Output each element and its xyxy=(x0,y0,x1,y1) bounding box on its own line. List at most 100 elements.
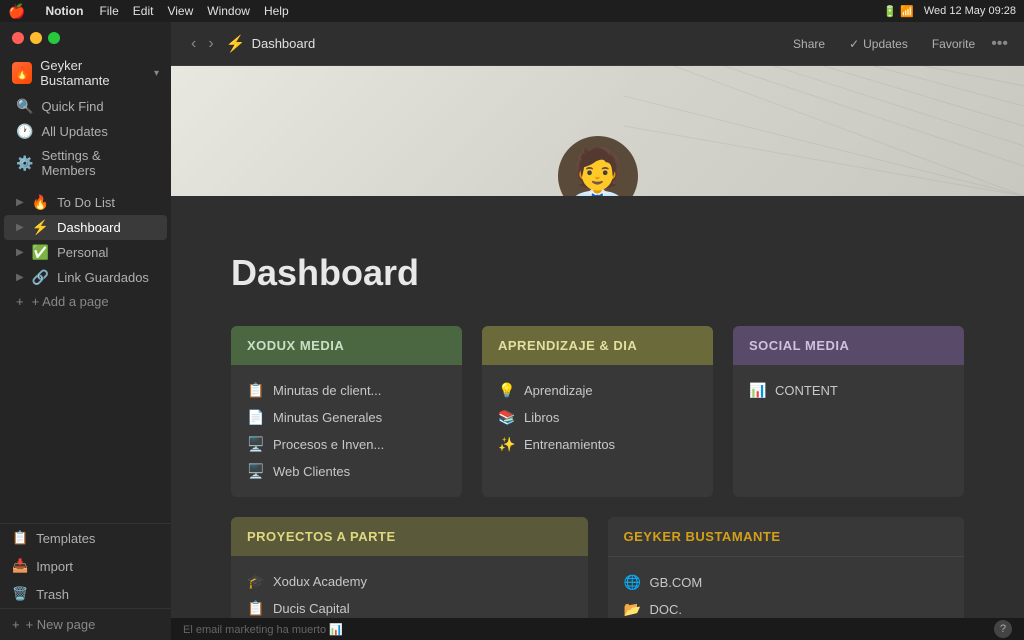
add-page-button[interactable]: + + Add a page xyxy=(4,290,167,313)
item-label: Minutas de client... xyxy=(273,383,381,398)
sidebar-item-personal[interactable]: ▶ ✅ Personal xyxy=(4,240,167,265)
page-title: Dashboard xyxy=(231,252,964,294)
chevron-right-icon: ▶ xyxy=(16,222,24,233)
chevron-right-icon: ▶ xyxy=(16,197,24,208)
list-item[interactable]: 📄 Minutas Generales xyxy=(247,404,446,431)
gear-icon: ⚙️ xyxy=(16,155,33,172)
item-icon: 📊 xyxy=(749,382,767,399)
hero-banner: 🧑‍💼 xyxy=(171,66,1024,196)
user-name: Geyker Bustamante xyxy=(40,58,146,88)
apple-icon[interactable]: 🍎 xyxy=(8,3,25,20)
list-item[interactable]: ✨ Entrenamientos xyxy=(498,431,697,458)
page-icon: ⚡ xyxy=(226,34,246,54)
menu-file[interactable]: File xyxy=(99,4,118,18)
user-profile[interactable]: 🔥 Geyker Bustamante ▾ xyxy=(0,52,171,94)
minimize-button[interactable] xyxy=(30,32,42,44)
section-header-xodux: XODUX MEDIA xyxy=(231,326,462,365)
more-button[interactable]: ••• xyxy=(991,35,1008,53)
forward-button[interactable]: › xyxy=(204,33,217,55)
item-label: Ducis Capital xyxy=(273,601,350,616)
list-item[interactable]: 🎓 Xodux Academy xyxy=(247,568,572,595)
item-label: Xodux Academy xyxy=(273,574,367,589)
menubar: 🍎 Notion File Edit View Window Help 🔋 📶 … xyxy=(0,0,1024,22)
checkmark-icon: ✓ xyxy=(849,37,859,51)
list-item[interactable]: 📋 Ducis Capital xyxy=(247,595,572,618)
menu-help[interactable]: Help xyxy=(264,4,289,18)
section-geyker: GEYKER BUSTAMANTE 🌐 GB.COM 📂 DOC. xyxy=(608,517,965,618)
item-icon: 🖥️ xyxy=(247,463,265,480)
sidebar-item-label: Quick Find xyxy=(41,99,103,114)
menu-edit[interactable]: Edit xyxy=(133,4,154,18)
section-items-aprendizaje: 💡 Aprendizaje 📚 Libros ✨ Entrenamientos xyxy=(482,365,713,470)
avatar-icon: 🔥 xyxy=(15,66,30,80)
nav-buttons: ‹ › xyxy=(187,33,218,55)
sidebar-item-label: Personal xyxy=(57,245,108,260)
trash-icon: 🗑️ xyxy=(12,586,28,602)
list-item[interactable]: 📊 CONTENT xyxy=(749,377,948,404)
list-item[interactable]: 📂 DOC. xyxy=(624,596,949,618)
list-item[interactable]: 🖥️ Web Clientes xyxy=(247,458,446,485)
chevron-right-icon: ▶ xyxy=(16,272,24,283)
templates-icon: 📋 xyxy=(12,530,28,546)
sidebar-item-templates[interactable]: 📋 Templates xyxy=(0,524,171,552)
item-icon: 📋 xyxy=(247,600,265,617)
back-button[interactable]: ‹ xyxy=(187,33,200,55)
dashboard-grid-top: XODUX MEDIA 📋 Minutas de client... 📄 Min… xyxy=(231,326,964,497)
menu-window[interactable]: Window xyxy=(207,4,250,18)
sidebar-item-todo[interactable]: ▶ 🔥 To Do List xyxy=(4,190,167,215)
main-content: ‹ › ⚡ Dashboard Share ✓ Updates Favorite… xyxy=(171,22,1024,640)
list-item[interactable]: 📚 Libros xyxy=(498,404,697,431)
plus-icon: + xyxy=(16,294,24,309)
hero-decoration xyxy=(624,66,1024,196)
item-label: DOC. xyxy=(650,602,683,617)
search-icon: 🔍 xyxy=(16,98,33,115)
item-icon: 🎓 xyxy=(247,573,265,590)
dashboard-grid-bottom: PROYECTOS A PARTE 🎓 Xodux Academy 📋 Duci… xyxy=(231,517,964,618)
sidebar-item-import[interactable]: 📥 Import xyxy=(0,552,171,580)
share-button[interactable]: Share xyxy=(785,33,833,55)
list-item[interactable]: 🖥️ Procesos e Inven... xyxy=(247,431,446,458)
new-page-button[interactable]: + + New page xyxy=(0,608,171,640)
section-items-geyker: 🌐 GB.COM 📂 DOC. 🚀 Servicios xyxy=(608,557,965,618)
sidebar-item-settings[interactable]: ⚙️ Settings & Members xyxy=(4,144,167,182)
page-content: 🧑‍💼 Dashboard XODUX MEDIA 📋 Minutas de c… xyxy=(171,66,1024,618)
avatar-emoji: 🧑‍💼 xyxy=(565,150,630,196)
avatar: 🔥 xyxy=(12,62,32,84)
sidebar-item-link-guardados[interactable]: ▶ 🔗 Link Guardados xyxy=(4,265,167,290)
help-button[interactable]: ? xyxy=(994,620,1012,638)
page-body: Dashboard XODUX MEDIA 📋 Minutas de clien… xyxy=(171,196,1024,618)
chevron-right-icon: ▶ xyxy=(16,247,24,258)
item-label: Aprendizaje xyxy=(524,383,593,398)
traffic-lights xyxy=(0,26,171,52)
section-items-social: 📊 CONTENT xyxy=(733,365,964,416)
list-item[interactable]: 🌐 GB.COM xyxy=(624,569,949,596)
item-label: Web Clientes xyxy=(273,464,350,479)
menu-view[interactable]: View xyxy=(167,4,193,18)
section-items-proyectos: 🎓 Xodux Academy 📋 Ducis Capital 📈 Zume xyxy=(231,556,588,618)
dashboard-icon: ⚡ xyxy=(32,219,49,236)
menu-items: File Edit View Window Help xyxy=(99,4,288,18)
sidebar-item-all-updates[interactable]: 🕐 All Updates xyxy=(4,119,167,144)
item-label: Entrenamientos xyxy=(524,437,615,452)
sidebar-item-trash[interactable]: 🗑️ Trash xyxy=(0,580,171,608)
item-icon: 📋 xyxy=(247,382,265,399)
sidebar-item-label: Settings & Members xyxy=(41,148,155,178)
section-header-geyker: GEYKER BUSTAMANTE xyxy=(608,517,965,557)
new-page-label: + New page xyxy=(26,617,96,632)
section-header-aprendizaje: APRENDIZAJE & DIA xyxy=(482,326,713,365)
sidebar-item-quick-find[interactable]: 🔍 Quick Find xyxy=(4,94,167,119)
sidebar-item-label: Import xyxy=(36,559,73,574)
close-button[interactable] xyxy=(12,32,24,44)
check-icon: ✅ xyxy=(32,244,49,261)
sidebar-item-dashboard[interactable]: ▶ ⚡ Dashboard xyxy=(4,215,167,240)
clock-icon: 🕐 xyxy=(16,123,33,140)
favorite-button[interactable]: Favorite xyxy=(924,33,983,55)
plus-icon: + xyxy=(12,617,20,632)
list-item[interactable]: 💡 Aprendizaje xyxy=(498,377,697,404)
list-item[interactable]: 📋 Minutas de client... xyxy=(247,377,446,404)
sidebar-item-label: Templates xyxy=(36,531,95,546)
updates-button[interactable]: ✓ Updates xyxy=(841,33,916,55)
item-label: GB.COM xyxy=(650,575,703,590)
item-label: Minutas Generales xyxy=(273,410,382,425)
maximize-button[interactable] xyxy=(48,32,60,44)
